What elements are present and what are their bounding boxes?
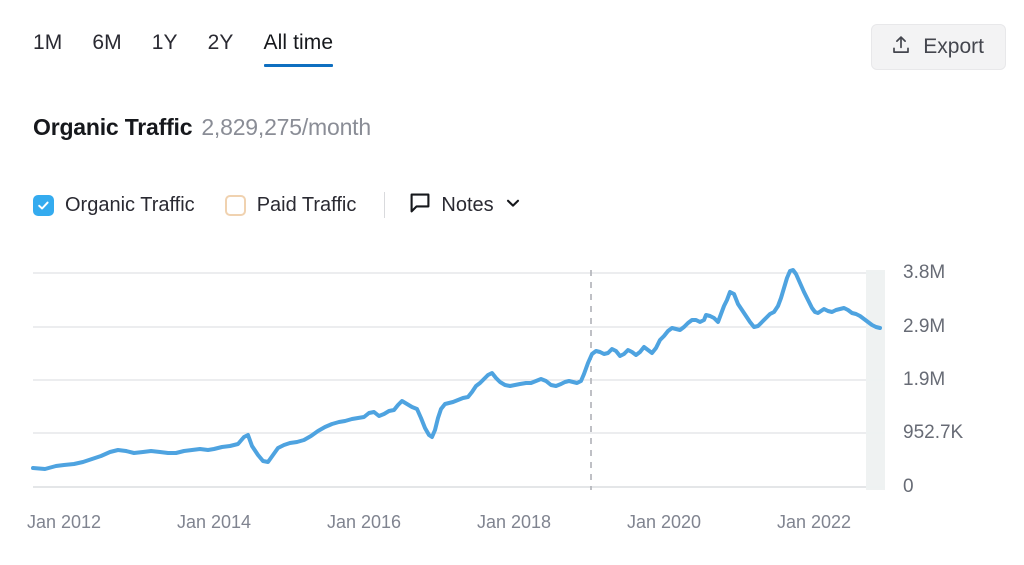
chevron-down-icon — [504, 194, 522, 217]
organic-traffic-line — [31, 268, 882, 471]
check-icon — [38, 201, 49, 209]
range-tabs: 1M 6M 1Y 2Y All time — [33, 30, 334, 67]
chart-grid — [33, 272, 885, 488]
legend-item-organic-traffic[interactable]: Organic Traffic — [33, 194, 195, 217]
tab-all-time-label: All time — [263, 31, 334, 54]
notes-label: Notes — [441, 193, 494, 216]
upload-icon — [890, 34, 912, 61]
x-axis-tick-4: Jan 2020 — [626, 512, 702, 532]
tab-6m-label: 6M — [92, 31, 122, 54]
export-button[interactable]: Export — [871, 24, 1006, 70]
tab-2y[interactable]: 2Y — [208, 30, 234, 67]
tab-1m-label: 1M — [33, 31, 63, 54]
legend-divider — [384, 192, 386, 218]
y-axis-tick-3: 952.7K — [903, 422, 964, 443]
chart-highlight-band — [866, 270, 885, 490]
paid-traffic-label: Paid Traffic — [256, 193, 357, 216]
metric-title: Organic Traffic — [33, 114, 193, 140]
page-title: Organic Traffic 2,829,275/month — [33, 114, 371, 141]
metric-value: 2,829,275/month — [201, 114, 371, 140]
comment-icon — [409, 192, 431, 219]
tab-all-time[interactable]: All time — [263, 30, 334, 67]
y-axis-labels: 3.8M 2.9M 1.9M 952.7K 0 — [903, 250, 1023, 510]
organic-traffic-label: Organic Traffic — [65, 193, 195, 216]
x-axis-tick-0: Jan 2012 — [26, 512, 102, 532]
organic-traffic-checkbox[interactable] — [33, 194, 54, 216]
y-axis-tick-1: 2.9M — [903, 316, 946, 337]
tab-1m[interactable]: 1M — [33, 30, 62, 67]
toolbar: 1M 6M 1Y 2Y All time Export — [0, 0, 1024, 86]
tab-1y-label: 1Y — [151, 31, 178, 54]
x-axis-tick-2: Jan 2016 — [326, 512, 402, 532]
paid-traffic-checkbox[interactable] — [224, 194, 246, 216]
tab-2y-label: 2Y — [207, 31, 234, 54]
legend-item-paid-traffic[interactable]: Paid Traffic — [224, 193, 357, 217]
chart-legend: Organic Traffic Paid Traffic Notes — [33, 190, 522, 220]
y-axis-tick-2: 1.9M — [903, 369, 946, 390]
notes-dropdown[interactable]: Notes — [409, 192, 521, 219]
x-axis-tick-5: Jan 2022 — [776, 512, 852, 532]
y-axis-tick-0: 3.8M — [903, 262, 946, 283]
tab-1y[interactable]: 1Y — [152, 30, 178, 67]
y-axis-tick-4: 0 — [903, 476, 914, 497]
x-axis-labels: Jan 2012 Jan 2014 Jan 2016 Jan 2018 Jan … — [0, 512, 1024, 542]
export-button-label: Export — [923, 35, 984, 58]
tab-6m[interactable]: 6M — [92, 30, 121, 67]
active-tab-underline — [263, 64, 334, 67]
x-axis-tick-3: Jan 2018 — [476, 512, 552, 532]
x-axis-tick-1: Jan 2014 — [176, 512, 252, 532]
